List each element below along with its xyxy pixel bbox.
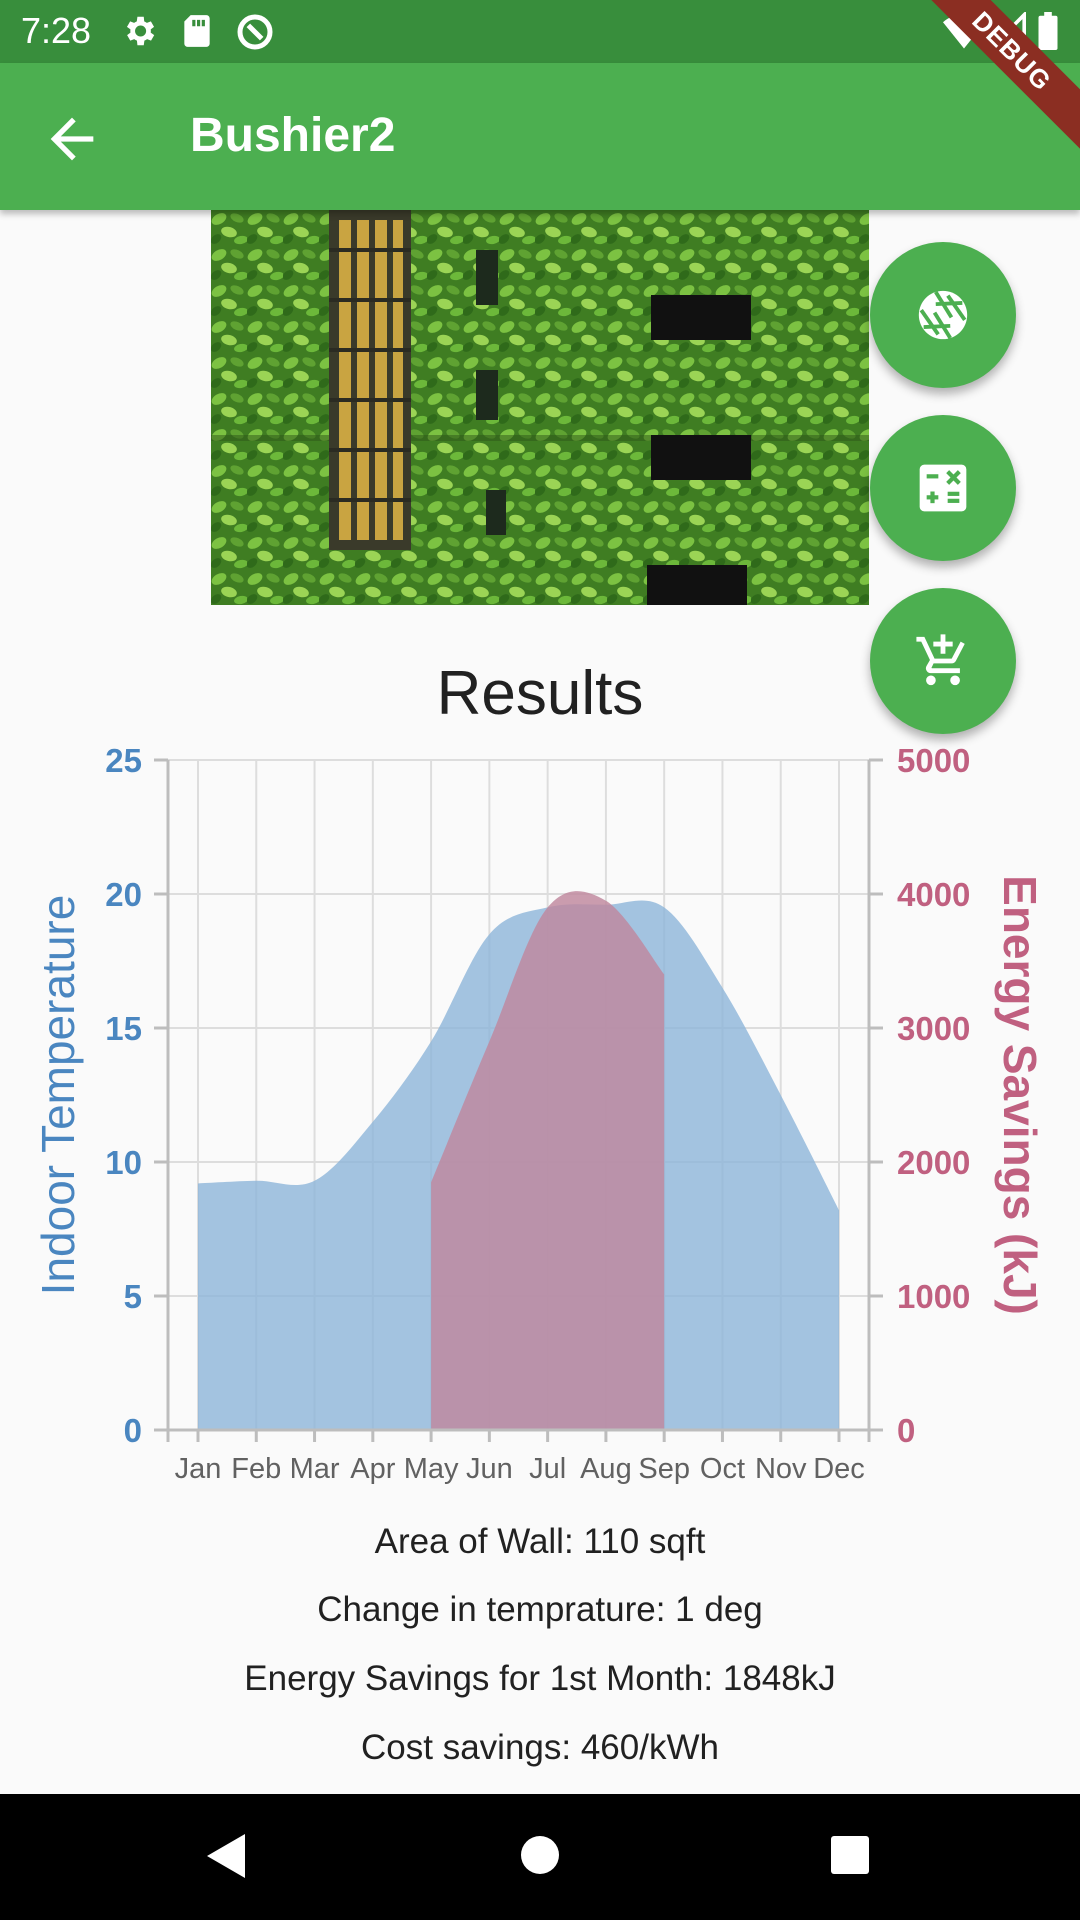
camera-button[interactable] [870, 242, 1016, 388]
x-tick-label: Jan [175, 1453, 222, 1485]
left-tick-label: 0 [124, 1412, 142, 1449]
right-tick-label: 4000 [897, 876, 970, 913]
left-tick-label: 20 [105, 876, 142, 913]
app-bar: Bushier2 [0, 63, 1080, 210]
x-tick-label: May [404, 1453, 459, 1485]
x-tick-label: Oct [700, 1453, 745, 1485]
wall-area-text: Area of Wall: 110 sqft [374, 1522, 706, 1561]
x-tick-label: Nov [755, 1453, 807, 1485]
add-to-cart-button[interactable] [870, 588, 1016, 734]
add-to-cart-icon [916, 634, 965, 686]
settings-icon [120, 12, 158, 55]
right-tick-label: 3000 [897, 1010, 970, 1047]
x-tick-label: Dec [813, 1453, 865, 1485]
x-tick-label: Jul [529, 1453, 566, 1485]
x-tick-label: Feb [231, 1453, 281, 1485]
right-tick-label: 2000 [897, 1144, 970, 1181]
right-axis-title: Energy Savings (kJ) [994, 875, 1046, 1315]
nav-recents-button[interactable] [830, 1835, 870, 1875]
left-axis-title: Indoor Temperature [32, 895, 84, 1296]
results-chart: 0 5 10 15 20 25 0 1000 2000 3000 4000 5000 Jan Feb Mar… [0, 725, 1080, 1485]
energy-savings-text: Energy Savings for 1st Month: 1848kJ [244, 1659, 836, 1698]
x-tick-label: Aug [580, 1453, 632, 1485]
left-tick-label: 15 [105, 1010, 142, 1047]
right-tick-label: 5000 [897, 742, 970, 779]
left-tick-label: 25 [105, 742, 142, 779]
x-tick-label: Apr [350, 1453, 395, 1485]
status-bar: 7:28 [0, 0, 1080, 63]
cost-savings-text: Cost savings: 460/kWh [361, 1728, 719, 1767]
sync-icon [235, 12, 275, 57]
battery-icon [1038, 12, 1058, 55]
camera-shutter-icon [918, 290, 968, 340]
system-nav-bar [0, 1794, 1080, 1920]
green-wall-image [211, 210, 869, 605]
back-button[interactable] [40, 107, 104, 171]
nav-back-button[interactable] [205, 1832, 247, 1880]
left-tick-label: 5 [124, 1278, 142, 1315]
sd-card-icon [180, 12, 214, 55]
page-title: Bushier2 [190, 109, 396, 162]
x-tick-label: Sep [638, 1453, 690, 1485]
calculator-button[interactable] [870, 415, 1016, 561]
energy-savings-area [431, 891, 665, 1430]
left-tick-label: 10 [105, 1144, 142, 1181]
temp-change-text: Change in temprature: 1 deg [317, 1590, 763, 1629]
right-tick-label: 0 [897, 1412, 915, 1449]
right-tick-label: 1000 [897, 1278, 970, 1315]
arrow-back-icon [50, 117, 94, 161]
x-tick-label: Mar [290, 1453, 340, 1485]
nav-home-button[interactable] [519, 1834, 561, 1876]
status-time: 7:28 [21, 10, 92, 51]
x-tick-label: Jun [466, 1453, 513, 1485]
calculator-icon [919, 464, 967, 512]
